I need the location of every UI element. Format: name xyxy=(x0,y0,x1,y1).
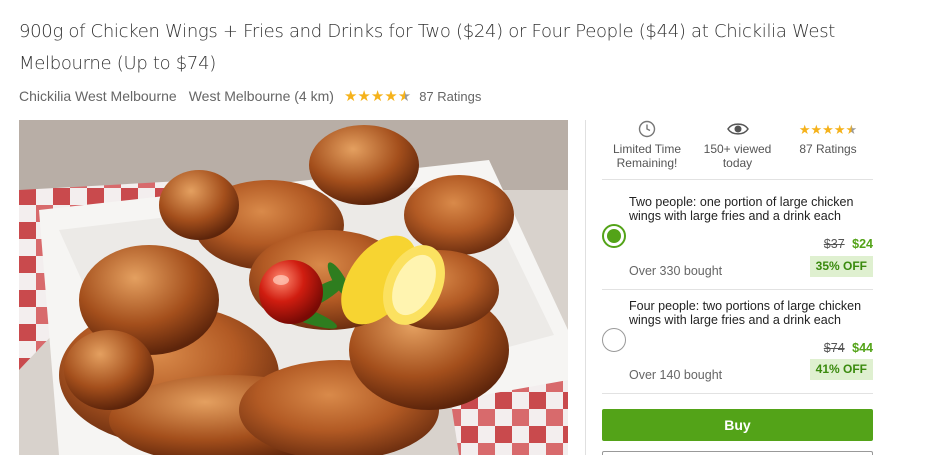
deal-stats: Limited Time Remaining! 150+ viewed toda… xyxy=(602,120,873,178)
option-radio[interactable] xyxy=(602,328,626,352)
time-remaining-stat: Limited Time Remaining! xyxy=(602,120,692,178)
merchant-link[interactable]: Chickilia West Melbourne xyxy=(19,88,177,104)
star-icon: ★ xyxy=(798,121,811,137)
stat-label: Limited Time Remaining! xyxy=(612,142,682,170)
ratings-stat[interactable]: ★ ★ ★ ★ ★ 87 Ratings xyxy=(783,120,873,178)
star-icon: ★ xyxy=(810,121,823,137)
fried-chicken-wings-photo xyxy=(19,120,568,455)
star-icon: ★ xyxy=(822,121,834,137)
star-rating: ★ ★ ★ ★ ★ xyxy=(799,123,857,136)
deal-price: $24 xyxy=(852,237,873,251)
stat-label: 150+ viewed today xyxy=(703,142,772,170)
clock-icon xyxy=(638,120,656,138)
views-stat: 150+ viewed today xyxy=(693,120,783,178)
option-price: $37 $24 xyxy=(824,237,873,251)
deal-meta: Chickilia West Melbourne West Melbourne … xyxy=(19,86,481,106)
star-icon: ★ xyxy=(357,87,371,105)
option-price: $74 $44 xyxy=(824,341,873,355)
option-radio-selected[interactable] xyxy=(602,224,626,248)
option-description: Two people: one portion of large chicken… xyxy=(629,195,854,223)
option-description: Four people: two portions of large chick… xyxy=(629,299,862,327)
star-icon: ★ xyxy=(833,121,846,137)
divider xyxy=(602,393,873,394)
star-icon: ★ xyxy=(370,87,385,105)
deal-option-four-people[interactable]: Four people: two portions of large chick… xyxy=(602,290,873,392)
deal-photo[interactable] xyxy=(19,120,568,455)
discount-badge: 35% OFF xyxy=(809,256,873,277)
bought-count: Over 140 bought xyxy=(629,368,723,382)
bought-count: Over 330 bought xyxy=(629,264,723,278)
star-icon: ★ xyxy=(343,87,358,105)
ratings-link[interactable]: 87 Ratings xyxy=(419,89,481,104)
original-price: $37 xyxy=(823,237,845,251)
secondary-button[interactable] xyxy=(602,451,873,455)
original-price: $74 xyxy=(823,341,845,355)
stat-label: 87 Ratings xyxy=(799,142,857,156)
deal-option-two-people[interactable]: Two people: one portion of large chicken… xyxy=(602,180,873,288)
discount-badge: 41% OFF xyxy=(809,359,873,380)
half-star-icon: ★ xyxy=(845,121,858,137)
half-star-icon: ★ xyxy=(397,87,412,105)
star-icon: ★ xyxy=(384,87,398,105)
buy-button[interactable]: Buy xyxy=(602,409,873,441)
star-rating: ★ ★ ★ ★ ★ xyxy=(344,89,411,104)
deal-title: 900g of Chicken Wings + Fries and Drinks… xyxy=(19,21,836,74)
column-divider xyxy=(585,120,586,455)
eye-icon xyxy=(726,120,749,138)
deal-price: $44 xyxy=(852,341,873,355)
location-link[interactable]: West Melbourne (4 km) xyxy=(189,88,334,104)
